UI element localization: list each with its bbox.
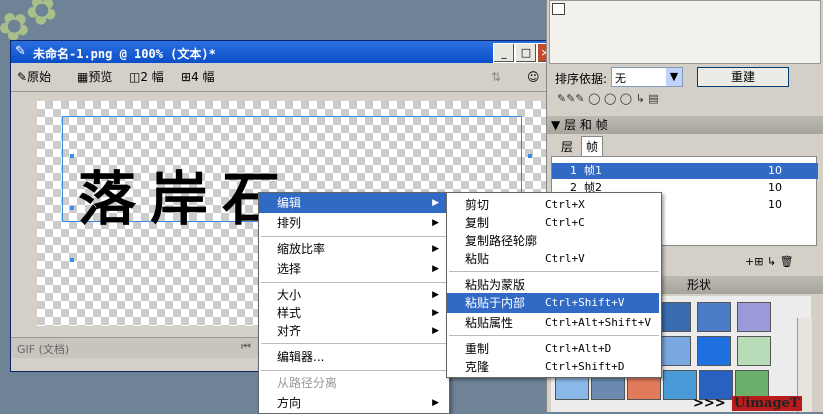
tab-frames[interactable]: 帧 (581, 136, 604, 157)
split4-icon: ⊞ (181, 70, 192, 84)
submenu-item-copy-path-outline[interactable]: 复制路径轮廓 (447, 231, 659, 251)
document-title: 未命名-1.png @ 100% (文本)* (33, 47, 216, 61)
shape-swatch[interactable] (697, 336, 731, 366)
two-frame-tab[interactable]: ◫2 幅 (129, 69, 164, 85)
chevron-down-icon: ▼ (666, 68, 682, 86)
submenu-item-paste-inside[interactable]: 粘贴于内部 Ctrl+Shift+V (447, 293, 659, 313)
menu-item-direction[interactable]: 方向 ▶ (259, 393, 447, 413)
submenu-item-clone[interactable]: 克隆 Ctrl+Shift+D (447, 357, 659, 377)
maximize-button[interactable]: □ (515, 43, 537, 63)
frame-tools-icon[interactable]: +⊞ ↳ 🗑 (745, 255, 794, 268)
export-icon[interactable]: ⇅ (491, 69, 501, 85)
selection-handle[interactable] (70, 258, 74, 262)
menu-item-select[interactable]: 选择 ▶ (259, 259, 447, 279)
more-arrows[interactable]: >>> (693, 396, 726, 411)
title-bar: ✎ 未命名-1.png @ 100% (文本)* _ □ × (11, 41, 553, 63)
menu-item-arrange[interactable]: 排列 ▶ (259, 213, 447, 233)
shape-swatch[interactable] (657, 302, 691, 332)
status-format: GIF (文档) (17, 343, 70, 356)
submenu-item-paste-as-mask[interactable]: 粘贴为蒙版 (447, 275, 659, 295)
menu-item-editor[interactable]: 编辑器... (259, 347, 447, 367)
layers-frames-header[interactable]: ▼ 层 和 帧 (547, 116, 823, 134)
submenu-item-paste-attributes[interactable]: 粘贴属性 Ctrl+Alt+Shift+V (447, 313, 659, 333)
menu-item-style[interactable]: 样式 ▶ (259, 303, 447, 323)
frame-row[interactable]: 1 帧1 10 (552, 163, 818, 179)
menu-item-size[interactable]: 大小 ▶ (259, 285, 447, 305)
pencil-icon: ✎ (17, 70, 28, 84)
app-icon: ✎ (15, 44, 26, 59)
shape-swatch[interactable] (697, 302, 731, 332)
original-tab[interactable]: ✎原始 (17, 69, 51, 85)
selection-handle[interactable] (528, 154, 532, 158)
four-frame-tab[interactable]: ⊞4 幅 (181, 69, 215, 85)
optimize-panel (549, 0, 821, 64)
submenu-item-duplicate[interactable]: 重制 Ctrl+Alt+D (447, 339, 659, 359)
edit-submenu: 剪切 Ctrl+X 复制 Ctrl+C 复制路径轮廓 粘贴 Ctrl+V 粘贴为蒙版 … (446, 192, 662, 378)
panel-tools-icon[interactable]: ✎✎✎ ◯ ◯ ◯ ↳ ▤ (557, 92, 659, 105)
minimize-button[interactable]: _ (493, 43, 515, 63)
submenu-item-paste[interactable]: 粘贴 Ctrl+V (447, 249, 659, 269)
context-menu: 编辑 ▶ 排列 ▶ 缩放比率 ▶ 选择 ▶ 大小 ▶ 样式 ▶ 对齐 ▶ 编辑器... 从路径… (258, 192, 450, 414)
menu-item-detach-path: 从路径分离 (277, 376, 338, 390)
submenu-item-cut[interactable]: 剪切 Ctrl+X (447, 195, 659, 215)
image-icon: ▦ (77, 70, 89, 84)
collapse-triangle-icon: ▼ (551, 118, 561, 132)
shape-swatch[interactable] (737, 302, 771, 332)
preview-tab[interactable]: ▦预览 (77, 69, 112, 85)
menu-item-edit[interactable]: 编辑 ▶ (259, 193, 447, 213)
swatch-white[interactable] (552, 3, 565, 15)
menu-item-align[interactable]: 对齐 ▶ (259, 321, 447, 341)
tab-layers[interactable]: 层 (561, 138, 573, 155)
submenu-item-copy[interactable]: 复制 Ctrl+C (447, 213, 659, 233)
shape-swatch[interactable] (657, 336, 691, 366)
selection-handle[interactable] (70, 154, 74, 158)
split2-icon: ◫ (129, 70, 141, 84)
brand-watermark: UimageT (732, 396, 802, 411)
shape-swatch[interactable] (737, 336, 771, 366)
shape-swatch[interactable] (663, 370, 697, 400)
smiley-icon[interactable]: ☺ (527, 69, 540, 85)
sort-select[interactable]: 无 ▼ (611, 67, 683, 87)
rebuild-button[interactable]: 重建 (697, 67, 789, 87)
first-frame-icon[interactable]: ⏮ (241, 340, 251, 354)
selection-handle[interactable] (70, 206, 74, 210)
menu-item-zoom[interactable]: 缩放比率 ▶ (259, 239, 447, 259)
document-toolbar: ✎原始 ▦预览 ◫2 幅 ⊞4 幅 ⇅ ☺ (11, 63, 551, 92)
sort-label: 排序依据: (555, 72, 608, 86)
